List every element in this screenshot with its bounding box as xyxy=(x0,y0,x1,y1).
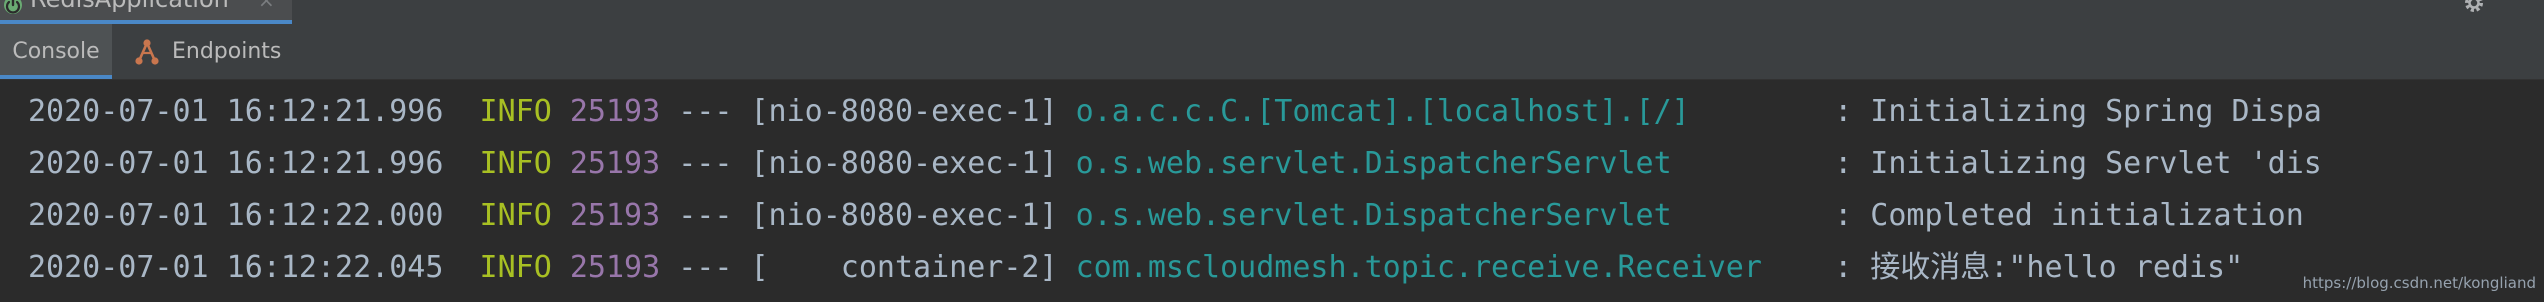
log-level: INFO xyxy=(479,250,552,285)
tab-console-active-indicator xyxy=(0,75,112,79)
log-timestamp: 2020-07-01 16:12:21.996 xyxy=(28,146,444,181)
tool-tab-bar: Console Endpoints xyxy=(0,24,2544,80)
log-logger[interactable]: o.s.web.servlet.DispatcherServlet xyxy=(1076,146,1817,181)
spring-boot-app-icon xyxy=(4,0,22,14)
log-level: INFO xyxy=(479,198,552,233)
log-level: INFO xyxy=(479,94,552,129)
log-pid: 25193 xyxy=(569,94,661,129)
log-timestamp: 2020-07-01 16:12:22.045 xyxy=(28,250,444,285)
tab-console[interactable]: Console xyxy=(0,24,112,79)
log-pid: 25193 xyxy=(569,250,661,285)
watermark: https://blog.csdn.net/kongliand xyxy=(2302,274,2536,292)
log-pid: 25193 xyxy=(569,198,661,233)
log-message: : Initializing Spring Dispa xyxy=(1834,94,2322,129)
log-logger[interactable]: o.s.web.servlet.DispatcherServlet xyxy=(1076,198,1817,233)
log-thread: [nio-8080-exec-1] xyxy=(750,198,1058,233)
run-tab-title: RedisApplication xyxy=(30,0,229,13)
console-output[interactable]: 2020-07-01 16:12:21.996 INFO 25193 --- [… xyxy=(0,80,2544,302)
log-line: 2020-07-01 16:12:21.996 INFO 25193 --- [… xyxy=(28,138,2322,190)
log-line: 2020-07-01 16:12:22.045 INFO 25193 --- [… xyxy=(28,242,2243,294)
log-level: INFO xyxy=(479,146,552,181)
log-message: : 接收消息:"hello redis" xyxy=(1834,250,2244,285)
log-logger[interactable]: o.a.c.c.C.[Tomcat].[localhost].[/] xyxy=(1076,94,1817,129)
log-timestamp: 2020-07-01 16:12:22.000 xyxy=(28,198,444,233)
log-separator: --- xyxy=(678,146,733,181)
gear-icon[interactable] xyxy=(2462,0,2486,15)
log-separator: --- xyxy=(678,94,733,129)
log-line: 2020-07-01 16:12:21.996 INFO 25193 --- [… xyxy=(28,86,2322,138)
log-logger[interactable]: com.mscloudmesh.topic.receive.Receiver xyxy=(1076,250,1817,285)
log-thread: [ container-2] xyxy=(750,250,1058,285)
close-icon[interactable]: × xyxy=(258,0,275,12)
run-tab-redis-application[interactable]: RedisApplication × xyxy=(0,0,292,24)
log-thread: [nio-8080-exec-1] xyxy=(750,146,1058,181)
run-window-header: RedisApplication × xyxy=(0,0,2544,25)
tab-console-label: Console xyxy=(12,39,100,64)
tab-endpoints[interactable]: Endpoints xyxy=(132,24,281,79)
log-message: : Initializing Servlet 'dis xyxy=(1834,146,2322,181)
log-message: : Completed initialization xyxy=(1834,198,2322,233)
log-timestamp: 2020-07-01 16:12:21.996 xyxy=(28,94,444,129)
log-thread: [nio-8080-exec-1] xyxy=(750,94,1058,129)
log-line: 2020-07-01 16:12:22.000 INFO 25193 --- [… xyxy=(28,190,2322,242)
log-separator: --- xyxy=(678,198,733,233)
endpoints-icon xyxy=(135,38,159,65)
log-separator: --- xyxy=(678,250,733,285)
log-pid: 25193 xyxy=(569,146,661,181)
tab-endpoints-label: Endpoints xyxy=(172,39,282,64)
